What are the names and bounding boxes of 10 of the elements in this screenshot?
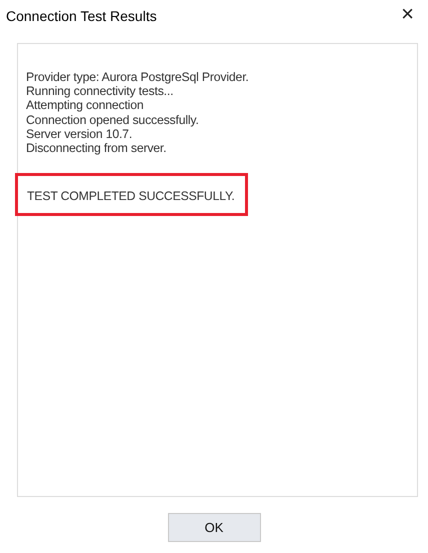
log-line: Running connectivity tests... (26, 84, 174, 98)
log-line: Server version 10.7. (26, 126, 134, 142)
ok-button[interactable]: OK (168, 513, 260, 542)
close-button[interactable]: × (395, 3, 420, 25)
log-line: Provider type: Aurora PostgreSql Provider. (26, 70, 250, 84)
highlighted-result-text: TEST COMPLETED SUCCESSFULLY. (15, 173, 248, 216)
log-line: Attempting connection (26, 98, 144, 113)
log-line: Connection opened successfully. (26, 112, 200, 127)
log-line: Disconnecting from server. (26, 141, 168, 156)
window-title: Connection Test Results (5, 7, 157, 26)
